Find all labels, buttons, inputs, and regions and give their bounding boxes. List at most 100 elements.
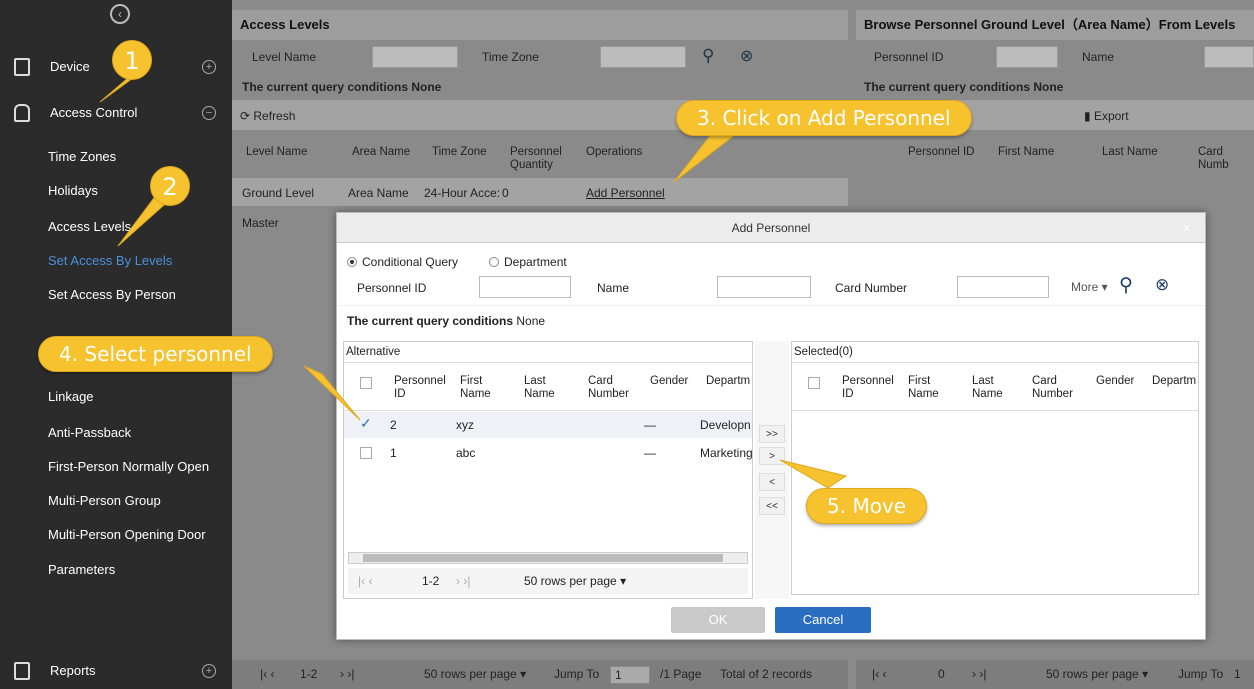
personnel-id-input[interactable]	[996, 46, 1058, 68]
time-zone-label: Time Zone	[482, 50, 539, 64]
table-row[interactable]: 1 abc — Marketing	[344, 440, 753, 466]
col-card-number: Card Number	[588, 375, 629, 400]
page-range: 1-2	[300, 667, 318, 681]
clear-icon[interactable]: ⊗	[1155, 275, 1169, 295]
row-checkbox[interactable]	[360, 447, 372, 459]
radio-department[interactable]: Department	[489, 255, 567, 269]
expand-icon[interactable]: +	[202, 664, 216, 678]
checked-icon[interactable]: ✓	[360, 415, 372, 432]
sidebar-item-set-access-by-person[interactable]: Set Access By Person	[0, 280, 232, 310]
sidebar-item-anti-passback[interactable]: Anti-Passback	[0, 418, 232, 448]
query-conditions-value: None	[516, 314, 546, 328]
card-number-label: Card Number	[835, 281, 908, 295]
reports-icon	[14, 662, 30, 680]
rows-per-page-select[interactable]: 50 rows per page ▾	[424, 660, 526, 689]
dialog-title: Add Personnel	[731, 221, 811, 235]
sidebar-item-time-zones[interactable]: Time Zones	[0, 142, 232, 172]
col-personnel-id: Personnel ID	[908, 146, 975, 158]
cell-level: Master	[242, 216, 279, 230]
col-card-number: Card Number	[1032, 375, 1073, 400]
query-conditions-label: The current query conditions	[347, 314, 514, 328]
cell-department: Marketing	[700, 446, 753, 460]
search-icon[interactable]: ⚲	[1119, 274, 1133, 297]
col-operations: Operations	[586, 146, 643, 158]
move-left-button[interactable]: <	[759, 473, 785, 491]
rows-per-page-select[interactable]: 50 rows per page ▾	[524, 574, 626, 588]
radio-label: Conditional Query	[362, 255, 459, 269]
col-gender: Gender	[1096, 375, 1135, 387]
personnel-id-input[interactable]	[479, 276, 571, 298]
callout-step-1: 1	[112, 40, 152, 80]
close-icon[interactable]: ×	[1183, 213, 1191, 243]
select-all-checkbox[interactable]	[360, 377, 372, 389]
collapse-sidebar-icon[interactable]: ‹	[110, 4, 130, 24]
move-all-left-button[interactable]: <<	[759, 497, 785, 515]
sidebar-module-label: Reports	[50, 663, 96, 678]
sidebar-item-multi-person-group[interactable]: Multi-Person Group	[0, 486, 232, 516]
level-name-input[interactable]	[372, 46, 458, 68]
cell-timezone: 24-Hour Acce:	[424, 186, 501, 200]
table-row[interactable]	[232, 178, 848, 206]
sidebar-module-label: Access Control	[50, 105, 138, 120]
sidebar-item-holidays[interactable]: Holidays	[0, 176, 232, 206]
col-last-name: Last Name	[1102, 146, 1158, 158]
radio-conditional-query[interactable]: Conditional Query	[347, 255, 458, 269]
move-all-right-button[interactable]: >>	[759, 425, 785, 443]
next-page-icon[interactable]: › ›|	[456, 574, 470, 588]
col-area-name: Area Name	[352, 146, 411, 158]
expand-icon[interactable]: +	[202, 60, 216, 74]
sidebar-item-access-levels[interactable]: Access Levels	[0, 212, 232, 242]
name-label: Name	[1082, 50, 1115, 64]
first-page-icon[interactable]: |‹ ‹	[260, 660, 274, 689]
move-right-button[interactable]: >	[759, 447, 785, 465]
select-all-checkbox[interactable]	[808, 377, 820, 389]
search-icon[interactable]: ⚲	[702, 46, 714, 66]
radio-unselected-icon	[489, 257, 499, 267]
table-row[interactable]: ✓ 2 xyz — Developn	[344, 412, 752, 438]
callout-step-4: 4. Select personnel	[38, 336, 273, 372]
selected-title: Selected(0)	[794, 346, 853, 358]
access-levels-title: Access Levels	[232, 10, 848, 40]
first-page-icon[interactable]: |‹ ‹	[872, 660, 886, 689]
page-total: /1 Page	[660, 667, 702, 681]
time-zone-input[interactable]	[600, 46, 686, 68]
cell-personnel-id: 1	[390, 446, 397, 460]
alternative-title: Alternative	[346, 346, 401, 358]
name-input[interactable]	[1204, 46, 1254, 68]
next-page-icon[interactable]: › ›|	[972, 660, 986, 689]
rows-per-page-label: 50 rows per page	[524, 574, 617, 588]
jump-to-input[interactable]: 1	[1234, 660, 1241, 689]
name-input[interactable]	[717, 276, 811, 298]
clear-icon[interactable]: ⊗	[740, 46, 753, 66]
refresh-button[interactable]: ⟳ Refresh	[240, 103, 295, 129]
col-first-name: First Name	[908, 375, 939, 400]
cancel-button[interactable]: Cancel	[775, 607, 871, 633]
alternative-pagination: |‹ ‹ 1-2 › ›| 50 rows per page ▾	[348, 568, 748, 594]
sidebar-module-access-control[interactable]: Access Control −	[0, 98, 232, 128]
query-conditions: The current query conditions None	[864, 80, 1064, 94]
jump-to-input[interactable]: 1	[610, 666, 650, 684]
scrollbar-thumb[interactable]	[363, 554, 723, 562]
sidebar-item-first-person-normally-open[interactable]: First-Person Normally Open	[0, 452, 232, 482]
callout-step-2: 2	[150, 166, 190, 206]
radio-label: Department	[504, 255, 567, 269]
sidebar-item-linkage[interactable]: Linkage	[0, 382, 232, 412]
first-page-icon[interactable]: |‹ ‹	[358, 574, 372, 588]
query-conditions: The current query conditions None	[242, 80, 442, 94]
more-dropdown[interactable]: More ▾	[1071, 280, 1108, 294]
sidebar-item-parameters[interactable]: Parameters	[0, 555, 232, 585]
ok-button[interactable]: OK	[671, 607, 765, 633]
next-page-icon[interactable]: › ›|	[340, 660, 354, 689]
col-last-name: Last Name	[972, 375, 1003, 400]
sidebar-item-multi-person-opening-door[interactable]: Multi-Person Opening Door	[0, 520, 232, 550]
collapse-icon[interactable]: −	[202, 106, 216, 120]
sidebar-module-reports[interactable]: Reports +	[0, 656, 232, 686]
add-personnel-link[interactable]: Add Personnel	[586, 180, 665, 206]
export-button[interactable]: ▮ Export	[1084, 103, 1129, 129]
rows-per-page-select[interactable]: 50 rows per page ▾	[1046, 660, 1148, 689]
jump-to-label: Jump To	[1178, 667, 1224, 681]
more-label: More	[1071, 280, 1099, 294]
sidebar-item-set-access-by-levels[interactable]: Set Access By Levels	[0, 246, 232, 276]
horizontal-scrollbar[interactable]	[348, 552, 748, 564]
card-number-input[interactable]	[957, 276, 1049, 298]
